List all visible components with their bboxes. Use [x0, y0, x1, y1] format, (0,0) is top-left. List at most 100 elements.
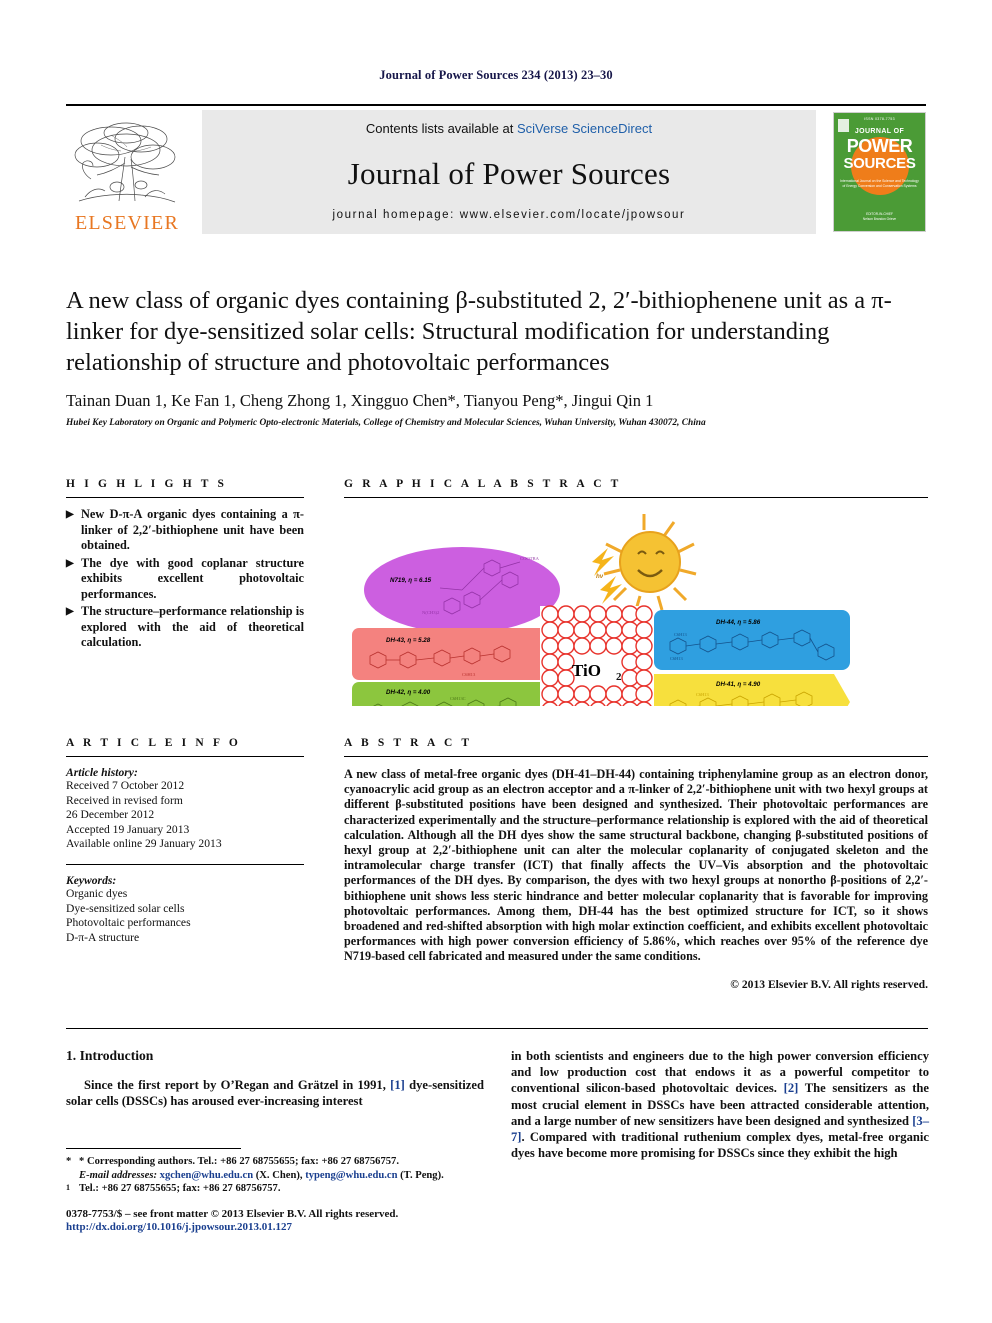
- email-link-chen[interactable]: xgchen@whu.edu.cn: [160, 1170, 253, 1181]
- keyword-item: Dye-sensitized solar cells: [66, 901, 185, 915]
- masthead-center-panel: Contents lists available at SciVerse Sci…: [202, 110, 816, 234]
- triangle-bullet-icon: ▶: [66, 557, 74, 569]
- graphical-abstract-rule: [344, 497, 928, 498]
- journal-homepage-link[interactable]: journal homepage: www.elsevier.com/locat…: [333, 209, 686, 221]
- affiliation: Hubei Key Laboratory on Organic and Poly…: [66, 418, 706, 428]
- graphical-abstract-svg: hν N719, η = 6.15 COOTBA N(CH3)2 DH-43, …: [352, 514, 850, 735]
- body-divider: [66, 1028, 928, 1029]
- front-matter-line: 0378-7753/$ – see front matter © 2013 El…: [66, 1208, 399, 1220]
- highlights-rule: [66, 497, 304, 498]
- dye-label-dh41: DH-41, η = 4.90: [716, 681, 761, 688]
- svg-text:C6H13: C6H13: [462, 672, 476, 677]
- triangle-bullet-icon: ▶: [66, 509, 74, 520]
- list-item: ▶ New D-π-A organic dyes containing a π-…: [66, 507, 304, 554]
- svg-text:C6H13C: C6H13C: [450, 696, 466, 701]
- elsevier-tree-icon: [74, 122, 176, 203]
- list-item: ▶ The structure–performance relationship…: [66, 604, 304, 651]
- title-line-1: A new class of organic dyes containing β…: [66, 287, 849, 314]
- citation-link[interactable]: [1]: [390, 1078, 405, 1092]
- highlight-text: The structure–performance relationship i…: [81, 604, 304, 649]
- highlights-list: ▶ New D-π-A organic dyes containing a π-…: [66, 507, 304, 651]
- article-info-rule: [66, 756, 304, 757]
- article-first-page: Journal of Power Sources 234 (2013) 23–3…: [0, 0, 992, 1323]
- footnote-marker: 1: [66, 1183, 70, 1193]
- article-history-item: 26 December 2012: [66, 808, 155, 822]
- intro-text-pre: Since the first report by O’Regan and Gr…: [84, 1078, 391, 1092]
- contents-available-line: Contents lists available at SciVerse Sci…: [366, 121, 652, 136]
- footnote-emails: E-mail addresses: xgchen@whu.edu.cn (X. …: [66, 1169, 496, 1183]
- tio2-label: TiO: [572, 661, 601, 680]
- dye-label-dh44: DH-44, η = 5.86: [716, 619, 761, 626]
- introduction-paragraph-continued: in both scientists and engineers due to …: [511, 1048, 929, 1161]
- footnote-one-text: Tel.: +86 27 68755655; fax: +86 27 68756…: [79, 1183, 281, 1195]
- highlight-text: New D-π-A organic dyes containing a π-li…: [81, 507, 304, 552]
- article-info-section: A R T I C L E I N F O Article history: R…: [66, 737, 304, 945]
- asterisk-icon: *: [66, 1156, 72, 1167]
- keyword-item: Organic dyes: [66, 886, 128, 900]
- title-block: A new class of organic dyes containing β…: [66, 285, 928, 428]
- highlights-heading: H I G H L I G H T S: [66, 478, 228, 490]
- triangle-bullet-icon: ▶: [66, 606, 74, 617]
- sun-icon: [603, 514, 697, 611]
- dye-label-n719: N719, η = 6.15: [390, 577, 432, 584]
- footnotes-block: * * Corresponding authors. Tel.: +86 27 …: [66, 1155, 496, 1196]
- cover-subtitle: International Journal on the Science and…: [840, 179, 919, 188]
- email-link-peng[interactable]: typeng@whu.edu.cn: [305, 1170, 397, 1181]
- footnote-one: 1 Tel.: +86 27 68755655; fax: +86 27 687…: [66, 1182, 496, 1196]
- email-owner-chen: (X. Chen),: [255, 1169, 303, 1181]
- svg-text:C6H13: C6H13: [696, 692, 709, 697]
- email-owner-peng: (T. Peng).: [400, 1169, 444, 1181]
- title-line-3: relationship of structure and photovolta…: [66, 349, 610, 376]
- abstract-copyright: © 2013 Elsevier B.V. All rights reserved…: [730, 977, 928, 991]
- svg-text:N(CH3)2: N(CH3)2: [422, 610, 440, 615]
- page-footer: 0378-7753/$ – see front matter © 2013 El…: [66, 1208, 566, 1233]
- page-title: A new class of organic dyes containing β…: [66, 285, 928, 378]
- cover-issn: ISSN 0378-7753: [864, 117, 895, 121]
- introduction-paragraph: Since the first report by O’Regan and Gr…: [66, 1077, 484, 1109]
- svg-text:COOTBA: COOTBA: [520, 556, 540, 561]
- cover-sources-word: SOURCES: [843, 155, 916, 172]
- cover-editor-name: Nelson Brandon Grieve: [862, 217, 897, 221]
- cover-journal-of: JOURNAL OF: [854, 128, 905, 135]
- footnote-corresponding-text: * Corresponding authors. Tel.: +86 27 68…: [79, 1156, 399, 1167]
- footnote-divider: [66, 1148, 241, 1149]
- article-history-label: Article history:: [66, 766, 138, 779]
- journal-masthead: ELSEVIER Contents lists available at Sci…: [66, 104, 926, 234]
- body-column-left: 1. Introduction Since the first report b…: [66, 1048, 484, 1109]
- photon-label: hν: [596, 573, 604, 580]
- keyword-item: Photovoltaic performances: [66, 916, 191, 930]
- email-addresses-label: E-mail addresses:: [79, 1169, 157, 1181]
- intro-right-part3: . Compared with traditional ruthenium co…: [511, 1130, 929, 1161]
- doi-link[interactable]: http://dx.doi.org/10.1016/j.jpowsour.201…: [66, 1221, 566, 1233]
- keyword-item: D-π-A structure: [66, 930, 140, 944]
- tio2-subscript: 2: [616, 671, 622, 683]
- abstract-heading: A B S T R A C T: [344, 737, 473, 749]
- dye-label-dh42: DH-42, η = 4.00: [386, 689, 431, 696]
- article-history-item: Received 7 October 2012: [66, 779, 185, 792]
- svg-text:C6H13: C6H13: [674, 632, 687, 637]
- citation-link[interactable]: [2]: [784, 1081, 799, 1095]
- keywords-label: Keywords:: [66, 873, 117, 887]
- graphical-abstract-section: G R A P H I C A L A B S T R A C T hν N71…: [344, 478, 928, 735]
- dye-badge-dh41: DH-41, η = 4.90 C6H13 C6H13: [654, 674, 850, 730]
- elsevier-logo: ELSEVIER: [66, 110, 188, 234]
- highlight-text: The dye with good coplanar structure exh…: [81, 555, 304, 601]
- article-history-item: Received in revised form: [66, 793, 183, 807]
- dye-badge-dh44: DH-44, η = 5.86 C6H13 C6H13: [654, 610, 850, 670]
- abstract-section: A B S T R A C T A new class of metal-fre…: [344, 737, 928, 991]
- article-history-item: Available online 29 January 2013: [66, 837, 222, 851]
- abstract-body: A new class of metal-free organic dyes (…: [344, 767, 928, 964]
- elsevier-wordmark: ELSEVIER: [74, 212, 180, 234]
- contents-prefix: Contents lists available at: [365, 121, 517, 136]
- cover-editor-block: EDITOR-IN-CHIEF Nelson Brandon Grieve: [839, 212, 920, 222]
- sciencedirect-link[interactable]: SciVerse ScienceDirect: [517, 121, 652, 136]
- cover-power-word: POWER: [846, 136, 913, 156]
- dye-badge-dh43: DH-43, η = 5.28 C6H13: [352, 628, 548, 680]
- abstract-rule: [344, 756, 928, 757]
- graphical-abstract-figure: hν N719, η = 6.15 COOTBA N(CH3)2 DH-43, …: [344, 510, 928, 735]
- article-history-item: Accepted 19 January 2013: [66, 822, 190, 836]
- highlights-section: H I G H L I G H T S ▶ New D-π-A organic …: [66, 478, 304, 653]
- journal-cover-thumbnail[interactable]: ISSN 0378-7753 JOURNAL OF POWER SOURCES …: [830, 110, 926, 234]
- body-column-right: in both scientists and engineers due to …: [511, 1048, 929, 1161]
- graphical-abstract-heading: G R A P H I C A L A B S T R A C T: [344, 478, 622, 490]
